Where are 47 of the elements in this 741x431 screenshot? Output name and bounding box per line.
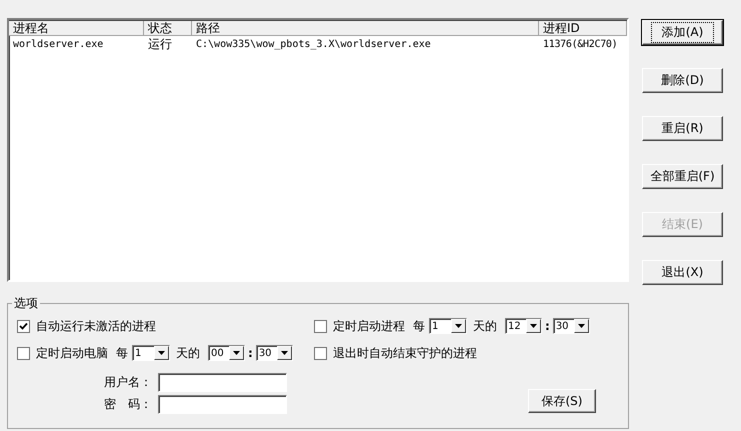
label: 天的 <box>176 344 200 362</box>
action-button[interactable]: 全部重启(F) <box>642 164 723 189</box>
checkbox-label: 自动运行未激活的进程 <box>36 318 156 334</box>
action-button[interactable]: 删除(D) <box>642 68 723 93</box>
dropdown[interactable]: 30 <box>256 345 293 361</box>
caret-icon <box>233 351 240 355</box>
checkbox-label: 定时启动电脑 <box>36 344 108 362</box>
caret-icon <box>158 351 165 355</box>
dropdown[interactable]: 30 <box>552 318 590 334</box>
caret-icon <box>578 324 585 328</box>
label: : <box>248 346 253 360</box>
label: 天的 <box>473 318 497 334</box>
process-list[interactable]: 进程名 状态 路径 进程ID worldserver.exe 运行 C:\wow335\wow_pbots_3.X\worldserver.exe 11376(&H2C70) <box>7 18 629 282</box>
dropdown[interactable]: 1 <box>132 345 170 361</box>
caret-icon <box>530 324 537 328</box>
group-title: 选项 <box>13 295 39 312</box>
table-cell-text: 运行 <box>147 36 173 52</box>
field-label: 密 码： <box>103 396 153 413</box>
label: : <box>545 319 550 333</box>
dropdown[interactable]: 1 <box>429 318 467 334</box>
action-button[interactable]: 重启(R) <box>642 116 723 141</box>
label: 每 <box>116 344 128 362</box>
table-cell-text: 11376(&H2C70) <box>542 38 618 50</box>
field-label: 用户名： <box>103 374 153 391</box>
table-cell-text: C:\wow335\wow_pbots_3.X\worldserver.exe <box>195 38 432 50</box>
caret-icon <box>280 351 288 355</box>
column-header[interactable]: 进程ID <box>539 20 627 36</box>
column-header[interactable]: 进程名 <box>9 20 144 36</box>
column-header[interactable]: 状态 <box>144 20 192 36</box>
password-field[interactable] <box>158 395 287 414</box>
checkbox[interactable] <box>314 346 327 360</box>
checkbox[interactable] <box>314 320 327 332</box>
table-cell-text: worldserver.exe <box>12 38 104 50</box>
checkbox[interactable] <box>17 346 30 360</box>
dropdown[interactable]: 00 <box>208 345 245 361</box>
checkbox-label: 退出时自动结束守护的进程 <box>333 344 477 362</box>
checkbox[interactable] <box>17 320 30 332</box>
username-field[interactable] <box>158 373 287 392</box>
dropdown[interactable]: 12 <box>505 318 542 334</box>
action-button[interactable]: 添加(A) <box>642 20 723 45</box>
column-header[interactable]: 路径 <box>192 20 539 36</box>
checkbox-label: 定时启动进程 <box>333 318 405 334</box>
caret-icon <box>455 324 462 328</box>
label: 每 <box>413 318 425 334</box>
save-button[interactable]: 保存(S) <box>528 389 596 413</box>
action-button[interactable]: 退出(X) <box>642 260 723 285</box>
check-icon <box>19 322 28 330</box>
